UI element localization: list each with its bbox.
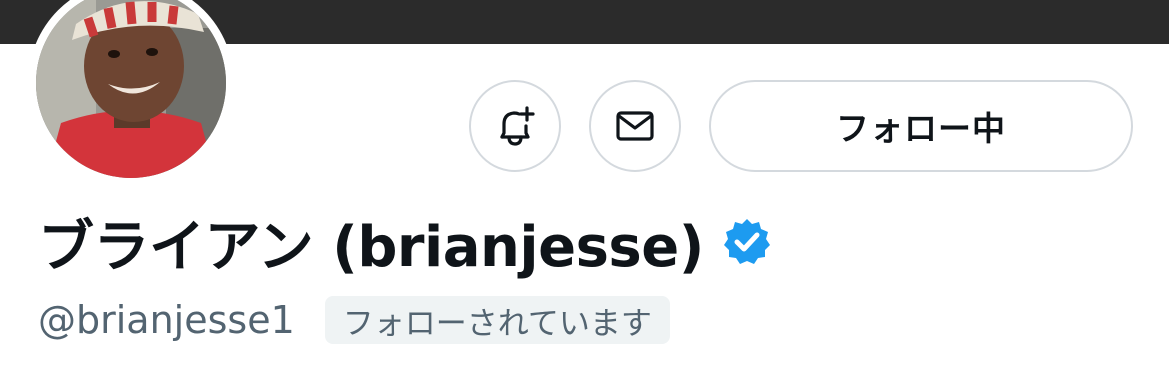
- notify-button[interactable]: [469, 80, 561, 172]
- following-button[interactable]: フォロー中: [709, 80, 1133, 172]
- envelope-icon: [616, 111, 654, 141]
- bell-plus-icon: [500, 106, 535, 146]
- name-row: ブライアン (brianjesse): [38, 206, 772, 280]
- message-button[interactable]: [589, 80, 681, 172]
- handle-row: @brianjesse1 フォローされています: [38, 294, 670, 346]
- follows-you-badge: フォローされています: [324, 296, 670, 344]
- verified-badge-icon[interactable]: [722, 217, 772, 267]
- user-handle: @brianjesse1: [38, 298, 295, 342]
- profile-header: フォロー中 ブライアン (brianjesse) @brianjesse1 フォ…: [0, 0, 1169, 389]
- display-name: ブライアン (brianjesse): [38, 214, 704, 280]
